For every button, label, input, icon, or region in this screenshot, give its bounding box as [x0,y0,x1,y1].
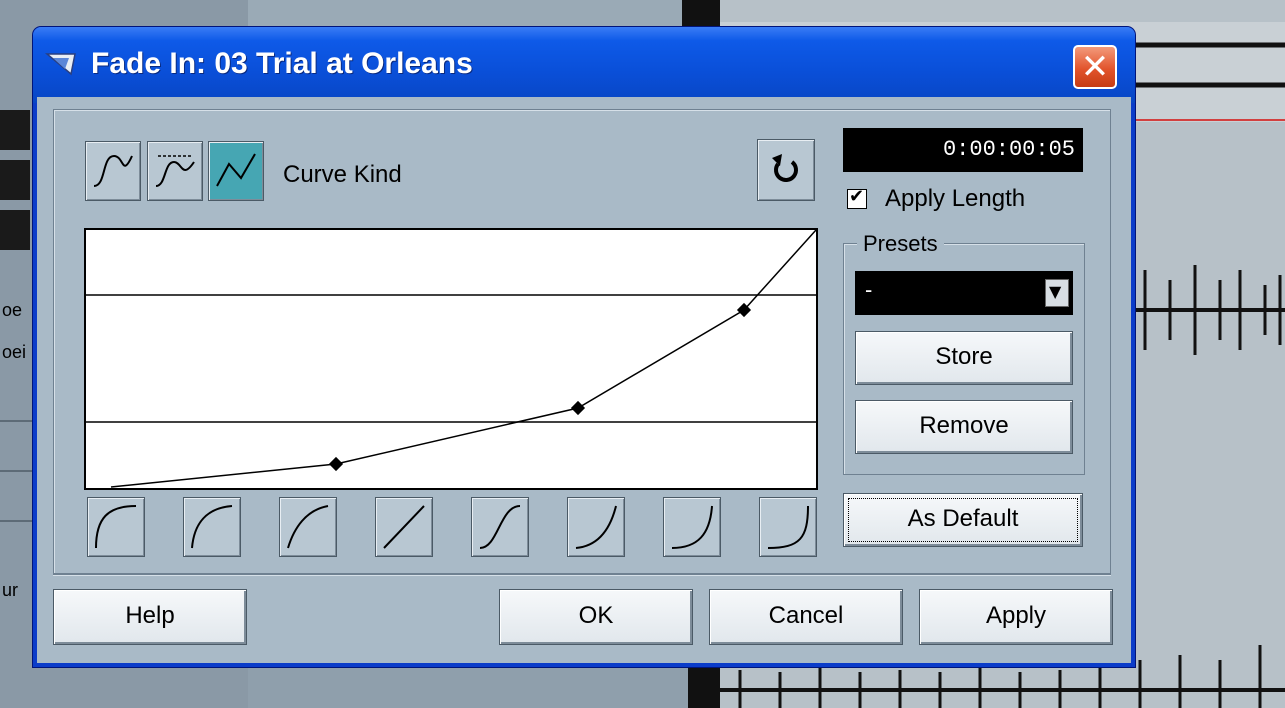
remove-button-label: Remove [919,412,1009,439]
curve-shape-icon [767,505,809,549]
damped-spline-curve-icon [155,155,195,187]
dialog-body: Curve Kind 0:00:00:05 ✔ Apply Length Pre… [37,97,1131,663]
spline-interpolation-button[interactable] [85,141,141,201]
cancel-button-label: Cancel [768,602,844,629]
apply-length-checkbox[interactable]: ✔ [847,186,867,209]
dialog-title: Fade In: 03 Trial at Orleans [91,47,473,80]
background-label: oei [2,342,27,362]
as-default-button[interactable]: As Default [843,493,1083,547]
background-panel [248,660,688,708]
ok-button[interactable]: OK [499,589,693,645]
fade-curve-graphic [86,229,817,488]
background-toolbar [248,0,698,30]
background-strip [0,210,30,250]
curve-shape-button[interactable] [471,497,529,557]
chevron-down-icon: ▼ [1049,282,1062,301]
curve-shape-icon [575,505,617,549]
curve-shape-button[interactable] [87,497,145,557]
curve-shape-button[interactable] [279,497,337,557]
cancel-button[interactable]: Cancel [709,589,903,645]
curve-kind-label: Curve Kind [283,161,402,188]
apply-button[interactable]: Apply [919,589,1113,645]
background-strip [0,110,30,150]
linear-curve-icon [216,153,256,187]
curve-point[interactable] [328,456,344,472]
title-bar[interactable]: Fade In: 03 Trial at Orleans ✕ [33,27,1135,103]
preset-dropdown[interactable]: - ▼ [855,271,1073,315]
help-button-label: Help [125,602,175,629]
preset-selected-value: - [865,277,873,302]
curve-shape-button[interactable] [663,497,721,557]
damped-spline-interpolation-button[interactable] [147,141,203,201]
footer-separator [53,573,1111,576]
curve-shape-icon [287,505,329,549]
length-time-field[interactable]: 0:00:00:05 [843,128,1083,172]
curve-shape-button[interactable] [567,497,625,557]
curve-shape-icon [383,505,425,549]
restore-button[interactable] [757,139,815,201]
curve-shape-icon [671,505,713,549]
background-strip [0,160,30,200]
fade-curve-display[interactable] [84,228,818,490]
close-button[interactable]: ✕ [1073,45,1117,89]
curve-point[interactable] [570,400,586,416]
store-button[interactable]: Store [855,331,1073,385]
curve-shape-button[interactable] [759,497,817,557]
checkmark-icon: ✔ [849,186,865,207]
fade-curve-line [110,229,817,488]
spline-curve-icon [93,154,133,187]
curve-shape-icon [95,505,137,549]
background-label: ur [2,580,19,600]
curve-shape-button[interactable] [375,497,433,557]
linear-interpolation-button[interactable] [208,141,264,201]
fade-in-dialog: Fade In: 03 Trial at Orleans ✕ Curve Kin… [33,27,1135,667]
store-button-label: Store [935,343,993,370]
close-icon: ✕ [1080,47,1110,87]
restore-icon [772,154,798,182]
apply-button-label: Apply [985,602,1047,629]
curve-shape-icon [479,505,521,549]
remove-button[interactable]: Remove [855,400,1073,454]
app-icon [45,53,76,76]
curve-shape-button[interactable] [183,497,241,557]
dropdown-arrow-button[interactable]: ▼ [1045,279,1069,307]
presets-legend: Presets [857,231,944,257]
help-button[interactable]: Help [53,589,247,645]
apply-length-label[interactable]: Apply Length [885,185,1025,213]
ok-button-label: OK [578,602,614,629]
background-label: oe [2,300,23,320]
focus-indicator [848,498,1078,542]
curve-shape-icon [191,505,233,549]
